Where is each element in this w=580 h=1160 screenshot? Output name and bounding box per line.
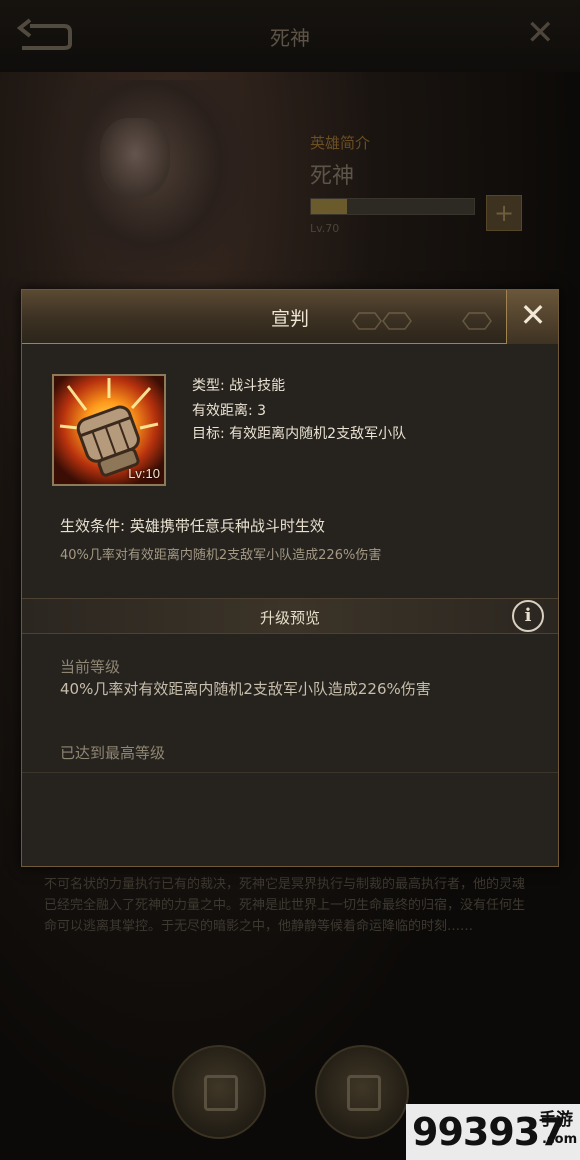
hero-progress-bar (310, 198, 475, 215)
gallery-button[interactable] (315, 1045, 409, 1139)
skill-target: 目标: 有效距离内随机2支敌军小队 (192, 426, 407, 442)
gallery-icon (347, 1075, 381, 1111)
screen-close-icon[interactable]: ✕ (526, 16, 555, 50)
watermark-domain: .com (542, 1132, 578, 1147)
hero-face (100, 118, 170, 198)
current-level-description: 40%几率对有效距离内随机2支敌军小队造成226%伤害 (60, 680, 431, 698)
skill-range: 有效距离: 3 (192, 403, 267, 419)
plus-icon[interactable]: + (486, 195, 522, 231)
skill-type: 类型: 战斗技能 (192, 378, 286, 394)
close-button[interactable]: ✕ (506, 290, 558, 344)
current-level-label: 当前等级 (60, 658, 121, 676)
close-icon: ✕ (519, 296, 547, 334)
effect-description: 40%几率对有效距离内随机2支敌军小队造成226%伤害 (60, 548, 382, 563)
divider (22, 772, 558, 773)
rank-button[interactable] (172, 1045, 266, 1139)
upgrade-preview-title: 升级预览 (259, 609, 320, 627)
info-icon[interactable]: i (512, 600, 544, 632)
dialog-header: 宣判 ✕ (22, 290, 558, 344)
dialog-title: 宣判 (270, 308, 309, 330)
hero-name: 死神 (310, 164, 355, 189)
upgrade-preview-bar: 升级预览 (22, 598, 558, 634)
skill-icon: Lv:10 (52, 374, 166, 486)
watermark-logo: 993937 手游 .com (406, 1104, 580, 1160)
max-level-text: 已达到最高等级 (60, 744, 166, 762)
hero-description: 不可名状的力量执行已有的裁决，死神它是冥界执行与制裁的最高执行者，他的灵魂已经完… (44, 877, 526, 934)
hero-progress-fill (311, 199, 347, 214)
hero-level: Lv.70 (310, 222, 340, 235)
hero-intro-label: 英雄简介 (310, 134, 371, 152)
effect-condition: 生效条件: 英雄携带任意兵种战斗时生效 (60, 517, 325, 535)
skill-dialog: 宣判 ✕ Lv:10 类型: 战斗技能 有效距离: 3 目标: 有效距离内随机2… (21, 289, 559, 867)
screen-title: 死神 (270, 26, 310, 50)
watermark-cn: 手游 (539, 1110, 573, 1130)
skill-level-label: Lv:10 (128, 466, 160, 481)
rank-icon (204, 1075, 238, 1111)
